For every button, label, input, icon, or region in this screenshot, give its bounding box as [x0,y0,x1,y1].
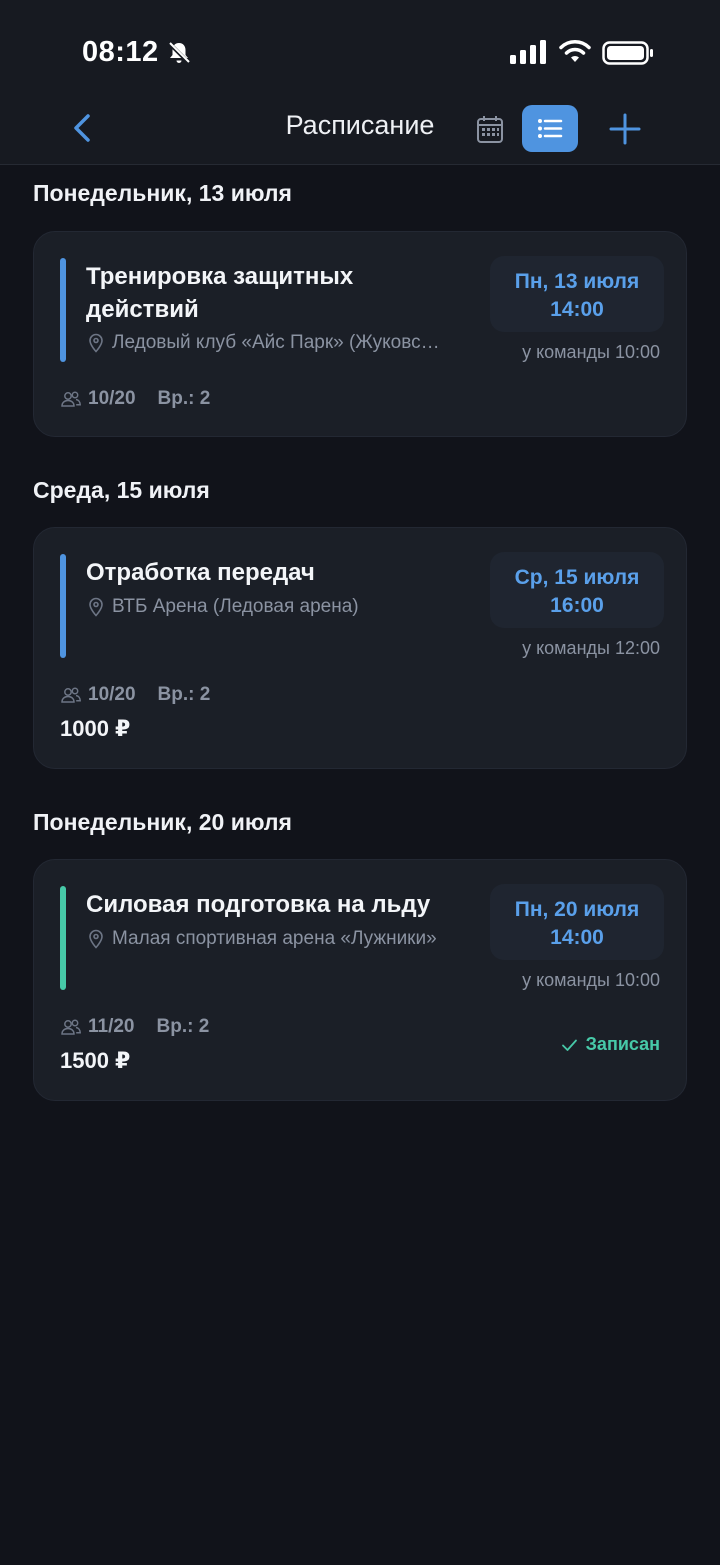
wifi-icon [559,40,591,62]
event-meet-time: у команды 10:00 [522,970,660,990]
event-location: ВТБ Арена (Ледовая арена) [88,596,468,618]
event-location-text: Ледовый клуб «Айс Парк» (Жуковс… [112,332,440,353]
event-meet-time: у команды 10:00 [522,342,660,362]
event-color-bar [60,258,66,362]
event-color-bar [60,886,66,990]
battery-icon [602,41,653,65]
event-stats: 10/20 Вр.: 2 [60,388,210,410]
bell-muted-icon [167,41,191,65]
event-card[interactable]: Тренировка защитных действий Ледовый клу… [33,231,687,437]
people-icon [61,687,81,703]
day-header: Понедельник, 13 июля [33,180,292,206]
people-icon [61,391,81,407]
check-icon [561,1039,577,1051]
list-icon [538,119,563,138]
nav-bar: Расписание [0,100,720,165]
event-card[interactable]: Отработка передач ВТБ Арена (Ледовая аре… [33,527,687,769]
event-price: 1000 ₽ [60,716,131,741]
event-price: 1500 ₽ [60,1048,131,1073]
goalies-count: Вр.: 2 [156,1016,210,1037]
location-pin-icon [89,333,103,353]
enrolled-status: Записан [561,1034,660,1055]
participants-count: 11/20 [88,1016,135,1037]
event-location: Ледовый клуб «Айс Парк» (Жуковс… [88,332,468,354]
event-color-bar [60,554,66,658]
list-view-button[interactable] [522,105,578,152]
plus-icon[interactable] [604,108,646,150]
event-title: Силовая подготовка на льду [86,891,431,918]
event-date-box: Ср, 15 июля 16:00 [490,552,664,628]
event-card[interactable]: Силовая подготовка на льду Малая спортив… [33,859,687,1101]
status-bar: 08:12 [0,0,720,100]
event-date: Пн, 20 июля [514,898,640,921]
event-stats: 11/20 Вр.: 2 [60,1016,209,1038]
goalies-count: Вр.: 2 [157,684,211,705]
event-date: Ср, 15 июля [514,566,640,589]
event-meet-time: у команды 12:00 [522,638,660,658]
event-title: Тренировка защитных действий [86,263,354,323]
day-header: Понедельник, 20 июля [33,809,292,835]
enrolled-status-text: Записан [585,1034,660,1054]
participants-count: 10/20 [88,388,136,409]
event-location: Малая спортивная арена «Лужники» [88,928,468,950]
calendar-icon[interactable] [470,110,510,150]
chevron-left-icon[interactable] [62,108,102,148]
event-date: Пн, 13 июля [514,270,640,293]
event-location-text: Малая спортивная арена «Лужники» [112,928,437,949]
event-time: 14:00 [550,298,604,321]
event-date-box: Пн, 20 июля 14:00 [490,884,664,960]
event-time: 16:00 [550,594,604,617]
event-date-box: Пн, 13 июля 14:00 [490,256,664,332]
status-time: 08:12 [82,36,159,68]
event-title: Отработка передач [86,559,315,586]
participants-count: 10/20 [88,684,136,705]
event-location-text: ВТБ Арена (Ледовая арена) [112,596,359,617]
location-pin-icon [89,597,103,617]
page-title: Расписание [285,110,435,140]
location-pin-icon [89,929,103,949]
goalies-count: Вр.: 2 [157,388,211,409]
day-header: Среда, 15 июля [33,477,210,503]
event-stats: 10/20 Вр.: 2 [60,684,210,706]
people-icon [61,1019,81,1035]
event-time: 14:00 [550,926,604,949]
signal-icon [510,40,546,64]
